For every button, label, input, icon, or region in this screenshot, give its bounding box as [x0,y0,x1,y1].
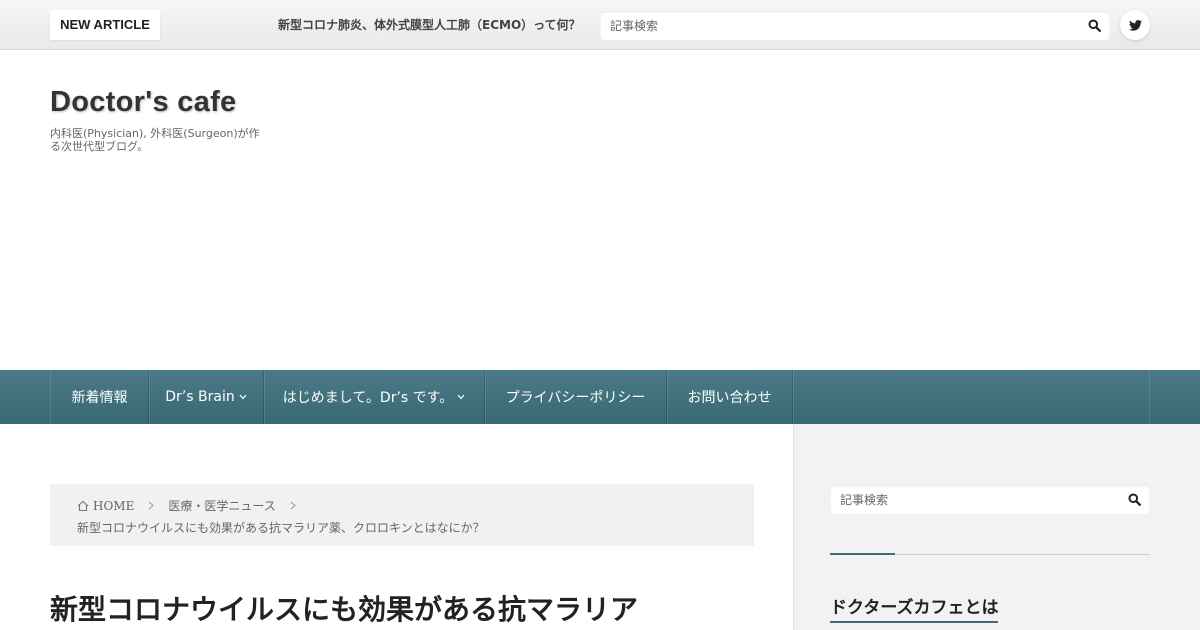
chevron-down-icon [457,394,465,400]
top-bar: NEW ARTICLE 新型コロナ肺炎、体外式膜型人工肺（ECMO）って何？ [0,0,1200,50]
twitter-icon [1128,19,1142,31]
site-title[interactable]: Doctor's cafe [50,86,236,119]
nav-item-label: プライバシーポリシー [505,390,646,406]
nav-item-label: 新着情報 [71,390,128,406]
nav-item-privacy-policy[interactable]: プライバシーポリシー [485,370,667,424]
nav-item-drs-brain[interactable]: Dr’s Brain [149,370,264,424]
breadcrumb-current-page: 新型コロナウイルスにも効果がある抗マラリア薬、クロロキンとはなにか？ [77,521,485,535]
article-title: 新型コロナウイルスにも効果がある抗マラリア [50,593,639,626]
nav-item-label: はじめまして。Dr’s です。 [282,390,454,406]
new-article-ticker-link[interactable]: 新型コロナ肺炎、体外式膜型人工肺（ECMO）って何？ [278,16,581,33]
main-navigation: 新着情報 Dr’s Brain はじめまして。Dr’s です。 プライバシーポリ… [0,370,1200,424]
breadcrumb: HOME 医療・医学ニュース 新型コロナウイルスにも効果がある抗マラリア薬、クロ… [50,484,754,546]
sidebar-search-button[interactable] [1118,485,1150,514]
nav-item-about[interactable]: はじめまして。Dr’s です。 [264,370,485,424]
chevron-right-icon [290,501,296,510]
nav-item-label: Dr’s Brain [165,389,235,405]
search-icon [1087,19,1101,32]
chevron-down-icon [239,394,247,400]
breadcrumb-category-link[interactable]: 医療・医学ニュース [168,497,275,514]
sidebar-widget-heading: ドクターズカフェとは [830,593,999,623]
sidebar-search-input[interactable] [830,485,1115,514]
header-search-box [600,11,1110,40]
site-description: 内科医(Physician), 外科医(Surgeon)が作る次世代型ブログ。 [50,127,260,153]
chevron-right-icon [148,501,155,510]
nav-item-contact[interactable]: お問い合わせ [667,370,793,424]
sidebar-search-box [830,485,1150,514]
nav-item-label: お問い合わせ [687,390,772,406]
breadcrumb-home-link[interactable]: HOME [93,499,134,513]
twitter-button[interactable] [1120,10,1150,40]
nav-item-news[interactable]: 新着情報 [51,370,149,424]
header-search-input[interactable] [600,11,1070,40]
new-article-label: NEW ARTICLE [50,10,160,40]
header-search-button[interactable] [1078,11,1110,40]
home-icon [77,500,89,512]
sidebar-divider-accent [830,553,895,555]
search-icon [1127,493,1141,506]
